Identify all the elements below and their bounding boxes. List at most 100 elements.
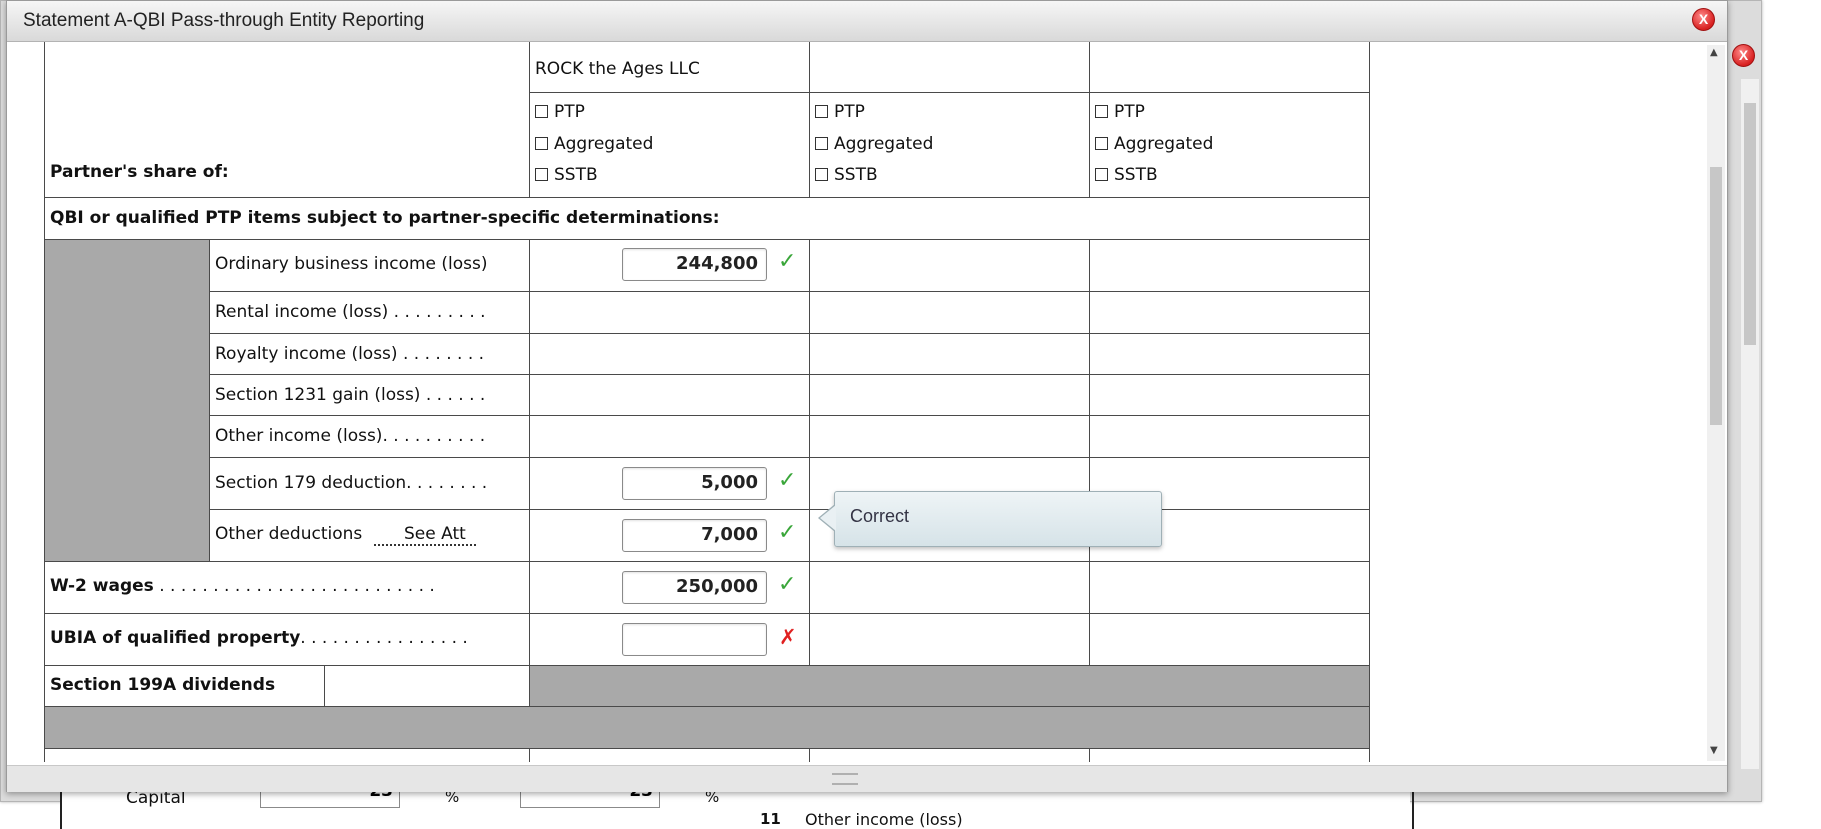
royalty-income-label: Royalty income (loss) . . . . . . . . [215, 344, 485, 364]
tooltip-text: Correct [850, 506, 910, 526]
dialog-header: Statement A-QBI Pass-through Entity Repo… [7, 1, 1727, 42]
check-icon: ✓ [778, 249, 797, 274]
partner-share-label: Partner's share of: [50, 162, 229, 182]
ubia-input[interactable] [622, 623, 767, 656]
row-label-cell: UBIA of qualified property. . . . . . . … [44, 613, 530, 666]
empty-cell [809, 374, 1090, 416]
vertical-scrollbar[interactable]: ▲ ▼ [1707, 45, 1725, 761]
shaded-label-column [44, 239, 210, 562]
scroll-down-icon[interactable]: ▼ [1710, 745, 1718, 756]
empty-cell [809, 415, 1090, 458]
section-179-cell: 5,000 ✓ [529, 457, 810, 510]
row-label-cell: Section 179 deduction. . . . . . . . [209, 457, 530, 510]
row-label-cell: Other income (loss). . . . . . . . . . [209, 415, 530, 458]
empty-cell [809, 291, 1090, 334]
sstb-checkbox[interactable]: SSTB [535, 165, 598, 185]
line-label: Other income (loss) [805, 810, 963, 829]
line-number: 11 [760, 810, 781, 828]
empty-cell [1089, 374, 1370, 416]
ptp-checkbox[interactable]: PTP [535, 102, 585, 122]
sstb-checkbox[interactable]: SSTB [1095, 165, 1158, 185]
empty-cell [1089, 415, 1370, 458]
empty-cell [809, 239, 1090, 292]
row-label-cell: Section 1231 gain (loss) . . . . . . [209, 374, 530, 416]
empty-cell [529, 333, 810, 375]
w2-wages-input[interactable]: 250,000 [622, 571, 767, 604]
empty-cell [1089, 239, 1370, 292]
empty-cell [1089, 561, 1370, 614]
w2-wages-cell: 250,000 ✓ [529, 561, 810, 614]
aggregated-checkbox[interactable]: Aggregated [1095, 134, 1213, 154]
check-icon: ✓ [778, 520, 797, 545]
ordinary-income-cell: 244,800 ✓ [529, 239, 810, 292]
empty-cell [1089, 333, 1370, 375]
empty-cell [529, 291, 810, 334]
row-label-cell: Rental income (loss) . . . . . . . . . [209, 291, 530, 334]
row-label-cell: Section 199A dividends [44, 665, 325, 707]
partial-row-cell [1089, 748, 1370, 762]
entity-name-cell-3 [1089, 42, 1370, 93]
background-scrollbar[interactable] [1741, 79, 1759, 769]
resize-grip-icon[interactable] [832, 773, 858, 785]
ubia-cell: ✗ [529, 613, 810, 666]
section-heading-cell: QBI or qualified PTP items subject to pa… [44, 197, 1370, 240]
partial-row-cell [44, 748, 530, 762]
empty-cell [809, 613, 1090, 666]
ubia-label: UBIA of qualified property. . . . . . . … [50, 628, 468, 648]
empty-cell [529, 415, 810, 458]
empty-cell [1089, 291, 1370, 334]
tooltip-arrow-inner [820, 505, 836, 531]
empty-cell [1089, 613, 1370, 666]
close-icon[interactable]: X [1732, 44, 1755, 67]
aggregated-checkbox[interactable]: Aggregated [815, 134, 933, 154]
section-179-input[interactable]: 5,000 [622, 467, 767, 500]
ptp-checkbox[interactable]: PTP [815, 102, 865, 122]
w2-wages-label: W-2 wages . . . . . . . . . . . . . . . … [50, 576, 435, 596]
partial-row-cell [809, 748, 1090, 762]
row-label-cell: Ordinary business income (loss) [209, 239, 530, 292]
dialog-footer [7, 765, 1727, 792]
check-icon: ✓ [778, 572, 797, 597]
section-heading: QBI or qualified PTP items subject to pa… [50, 208, 720, 228]
rental-income-label: Rental income (loss) . . . . . . . . . [215, 302, 486, 322]
section-199a-label: Section 199A dividends [50, 675, 276, 695]
shaded-cell [529, 665, 1370, 707]
empty-cell [529, 374, 810, 416]
other-deductions-label: Other deductions [215, 524, 363, 544]
entity-name-cell-2 [809, 42, 1090, 93]
entity-name: ROCK the Ages LLC [535, 59, 700, 79]
row-label-cell: Royalty income (loss) . . . . . . . . [209, 333, 530, 375]
other-deductions-cell: 7,000 ✓ [529, 509, 810, 562]
entity-flags-col-1: PTP Aggregated SSTB [529, 92, 810, 198]
entity-flags-col-2: PTP Aggregated SSTB [809, 92, 1090, 198]
ordinary-income-label: Ordinary business income (loss) [215, 254, 488, 274]
qbi-statement-dialog: Statement A-QBI Pass-through Entity Repo… [6, 0, 1728, 792]
partial-row-cell [529, 748, 810, 762]
ordinary-income-input[interactable]: 244,800 [622, 248, 767, 281]
scroll-thumb[interactable] [1710, 167, 1722, 425]
section-1231-label: Section 1231 gain (loss) . . . . . . [215, 385, 486, 405]
dialog-title: Statement A-QBI Pass-through Entity Repo… [23, 10, 425, 31]
check-icon: ✓ [778, 468, 797, 493]
x-icon: ✗ [779, 625, 797, 649]
section-199a-input-cell[interactable] [324, 665, 530, 707]
ptp-checkbox[interactable]: PTP [1095, 102, 1145, 122]
sstb-checkbox[interactable]: SSTB [815, 165, 878, 185]
aggregated-checkbox[interactable]: Aggregated [535, 134, 653, 154]
close-icon[interactable]: X [1692, 8, 1715, 31]
section-179-label: Section 179 deduction. . . . . . . . [215, 473, 488, 493]
empty-cell [809, 333, 1090, 375]
shaded-band [44, 706, 1370, 749]
validation-tooltip: Correct [818, 491, 1162, 547]
partner-share-cell: Partner's share of: [44, 42, 530, 198]
scroll-up-icon[interactable]: ▲ [1710, 47, 1718, 58]
dialog-content: Partner's share of: ROCK the Ages LLC PT… [8, 42, 1704, 762]
background-form-strip: Capital 23 % 23 % 11 Other income (loss) [60, 780, 1414, 829]
other-income-label: Other income (loss). . . . . . . . . . [215, 426, 486, 446]
entity-name-cell: ROCK the Ages LLC [529, 42, 810, 93]
see-attachment-link[interactable]: See Att [374, 524, 476, 546]
entity-flags-col-3: PTP Aggregated SSTB [1089, 92, 1370, 198]
row-label-cell: Other deductions See Att [209, 509, 530, 562]
other-deductions-input[interactable]: 7,000 [622, 519, 767, 552]
background-scroll-thumb[interactable] [1744, 103, 1756, 345]
